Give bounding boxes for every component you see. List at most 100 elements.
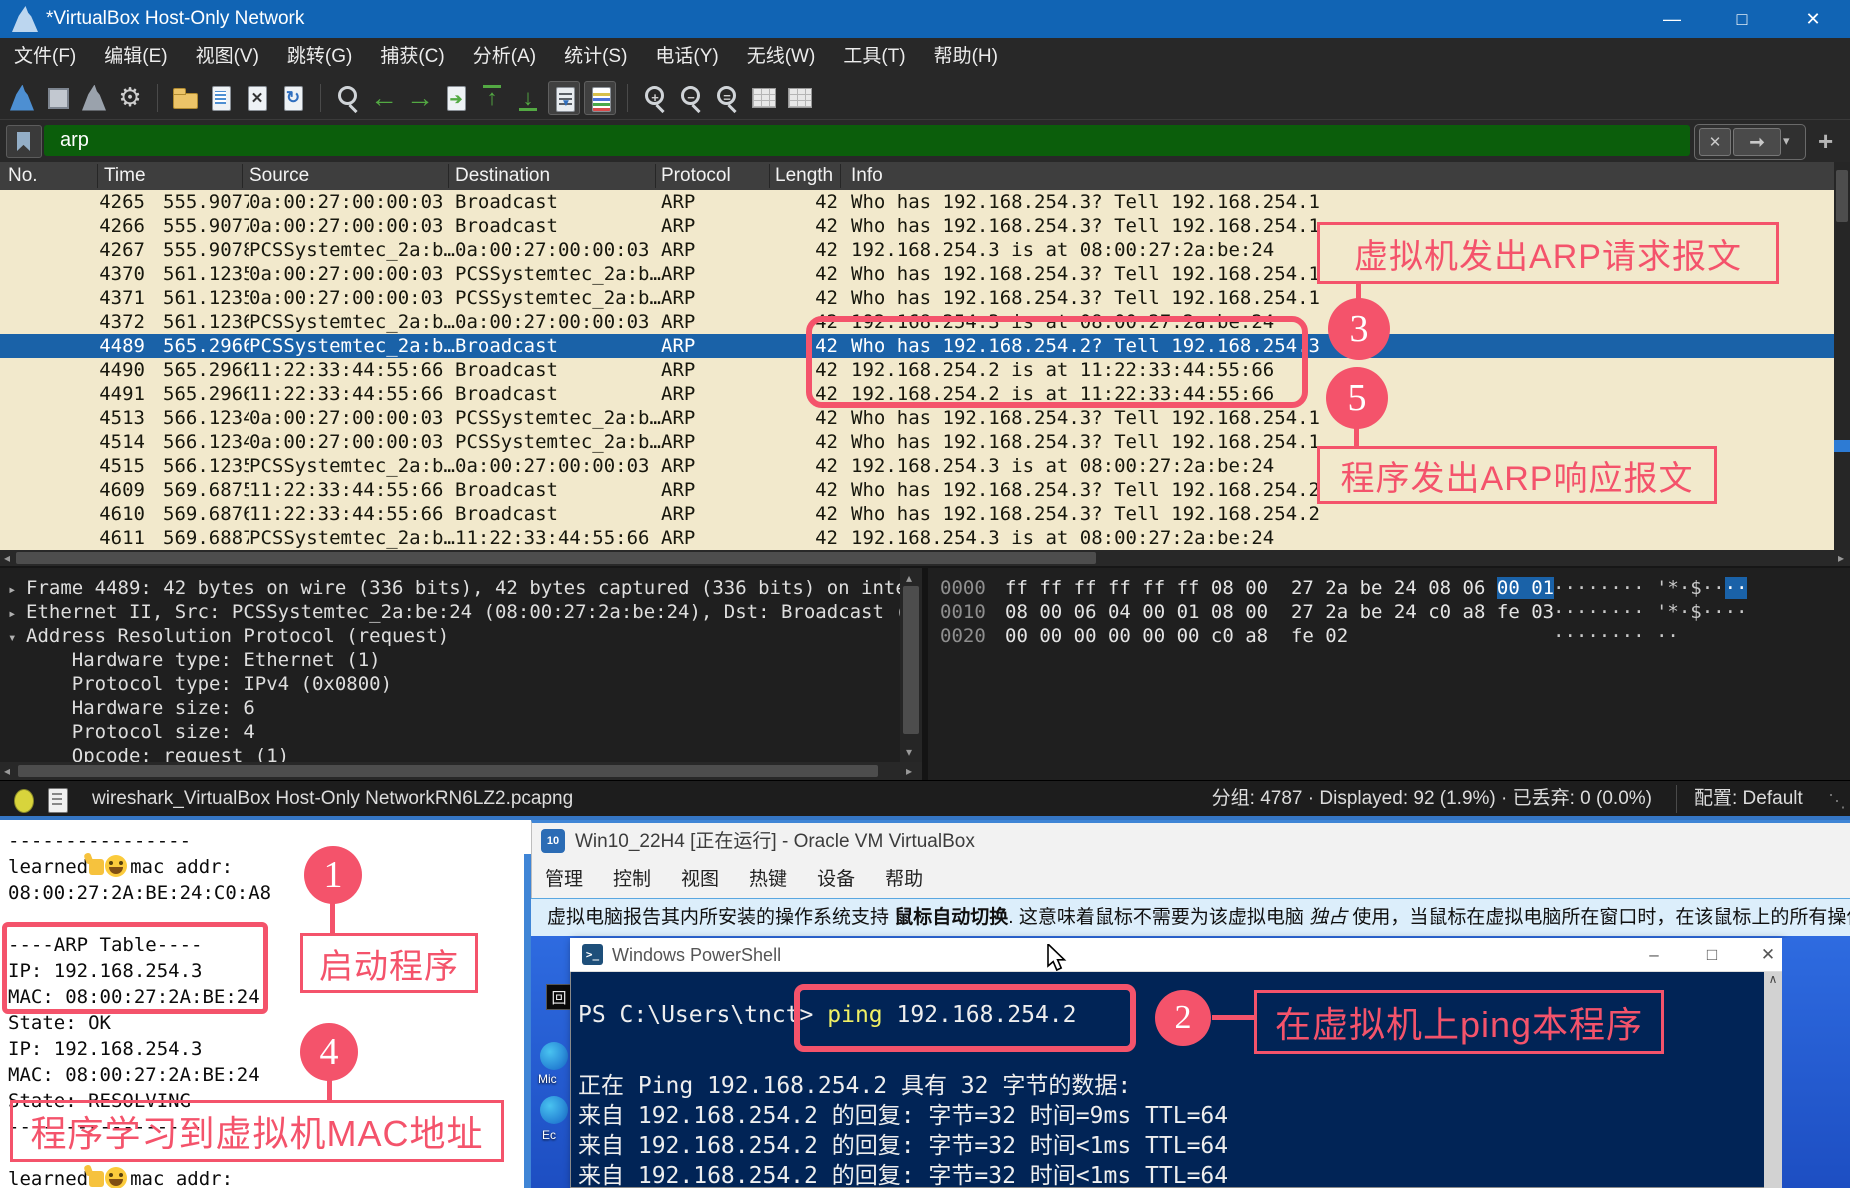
go-first-packet-icon[interactable]: ↑: [476, 81, 508, 115]
detail-vscrollbar[interactable]: ▴ ▾: [900, 568, 922, 762]
start-capture-icon[interactable]: [6, 81, 38, 115]
restart-capture-icon[interactable]: [78, 81, 110, 115]
console-line: 08:00:27:2A:BE:24:C0:A8: [0, 880, 531, 906]
menu-item[interactable]: 工具(T): [829, 38, 919, 76]
notification-bold: 鼠标自动切换: [894, 907, 1008, 928]
column-header[interactable]: Length: [775, 162, 833, 190]
menu-item[interactable]: 编辑(E): [90, 38, 181, 76]
notification-text: 虚拟电脑报告其内所安装的操作系统支持: [547, 907, 894, 928]
filter-apply-button[interactable]: ➞: [1733, 128, 1781, 156]
hex-row[interactable]: 001008 00 06 04 00 01 08 00 27 2a be 24 …: [928, 600, 1850, 624]
packet-list-header: No. Time Source Destination Protocol Length In…: [0, 162, 1850, 191]
column-header[interactable]: No.: [8, 162, 38, 190]
menu-item[interactable]: 视图(V): [182, 38, 273, 76]
detail-line[interactable]: ▸Frame 4489: 42 bytes on wire (336 bits)…: [0, 576, 900, 600]
vbox-menu-item[interactable]: 热键: [749, 864, 787, 896]
menu-item[interactable]: 捕获(C): [366, 38, 458, 76]
column-header[interactable]: Info: [851, 162, 883, 190]
detail-line[interactable]: Hardware size: 6: [0, 696, 900, 720]
reload-file-icon[interactable]: [277, 81, 309, 115]
filter-clear-button[interactable]: ✕: [1699, 128, 1731, 156]
annotation-step-2: 2: [1155, 990, 1211, 1046]
packet-list-hscrollbar[interactable]: ◂ ▸: [0, 550, 1850, 566]
vm-desktop-strip: [1782, 938, 1850, 1188]
vbox-menu-item[interactable]: 视图: [681, 864, 719, 896]
show-columns-icon[interactable]: [783, 81, 815, 115]
hex-row[interactable]: 0000ff ff ff ff ff ff 08 00 27 2a be 24 …: [928, 576, 1850, 600]
ps-scrollbar[interactable]: ∧: [1764, 972, 1782, 1188]
ps-maximize-button[interactable]: □: [1690, 938, 1734, 972]
filter-bookmark-icon[interactable]: [6, 125, 42, 158]
column-header[interactable]: Protocol: [661, 162, 731, 190]
colorize-icon[interactable]: [584, 81, 616, 115]
column-header[interactable]: Source: [249, 162, 309, 190]
vm-desktop-edge-icon[interactable]: [540, 1042, 568, 1070]
resize-grip-icon[interactable]: ⋱: [1828, 791, 1846, 812]
ps-minimize-button[interactable]: –: [1632, 938, 1676, 972]
capture-comment-icon[interactable]: [48, 788, 68, 813]
annotation-connector: [330, 903, 335, 933]
packet-row[interactable]: 4265555.9077620a:00:27:00:00:03Broadcast…: [0, 190, 1834, 214]
zoom-in-icon[interactable]: +: [639, 81, 671, 115]
stop-capture-icon[interactable]: [42, 81, 74, 115]
expert-info-icon[interactable]: [14, 789, 34, 813]
virtualbox-menubar: 管理控制视图热键设备帮助: [545, 864, 923, 896]
annotation-arp-table-rect: [2, 922, 268, 1014]
filter-dropdown-icon[interactable]: ▾: [1783, 133, 1790, 149]
detail-line[interactable]: Hardware type: Ethernet (1): [0, 648, 900, 672]
save-file-icon[interactable]: [205, 81, 237, 115]
go-forward-icon[interactable]: →: [404, 81, 436, 115]
packet-list-vscrollbar[interactable]: [1834, 162, 1850, 550]
menu-item[interactable]: 无线(W): [733, 38, 830, 76]
detail-line[interactable]: Protocol size: 4: [0, 720, 900, 744]
capture-options-icon[interactable]: ⚙: [114, 81, 146, 115]
detail-line[interactable]: Protocol type: IPv4 (0x0800): [0, 672, 900, 696]
packet-row[interactable]: 4513566.1234390a:00:27:00:00:03PCSSystem…: [0, 406, 1834, 430]
profile-label[interactable]: 配置: Default: [1694, 781, 1803, 817]
close-file-icon[interactable]: [241, 81, 273, 115]
go-to-packet-icon[interactable]: [440, 81, 472, 115]
menu-item[interactable]: 电话(Y): [641, 38, 732, 76]
menu-item[interactable]: 跳转(G): [273, 38, 366, 76]
minimize-button[interactable]: —: [1649, 0, 1695, 38]
menu-item[interactable]: 帮助(H): [920, 38, 1012, 76]
vbox-menu-item[interactable]: 帮助: [885, 864, 923, 896]
close-button[interactable]: ✕: [1790, 0, 1836, 38]
packet-row[interactable]: 4610569.68761311:22:33:44:55:66Broadcast…: [0, 502, 1834, 526]
zoom-out-icon[interactable]: −: [675, 81, 707, 115]
column-header[interactable]: Time: [104, 162, 146, 190]
vm-desktop-icon[interactable]: 回: [546, 984, 572, 1010]
packet-statistics: 分组: 4787 · Displayed: 92 (1.9%) · 已丢弃: 0…: [1212, 781, 1652, 817]
vm-desktop-edge-icon[interactable]: [540, 1096, 568, 1124]
detail-line[interactable]: ▸Ethernet II, Src: PCSSystemtec_2a:be:24…: [0, 600, 900, 624]
packet-row[interactable]: 4371561.1235960a:00:27:00:00:03PCSSystem…: [0, 286, 1834, 310]
maximize-button[interactable]: □: [1719, 0, 1765, 38]
notification-text: . 这意味着鼠标不需要为该虚拟电脑: [1008, 907, 1309, 928]
vbox-menu-item[interactable]: 管理: [545, 864, 583, 896]
display-filter-input[interactable]: arp: [44, 125, 1690, 156]
go-back-icon[interactable]: ←: [368, 81, 400, 115]
detail-line[interactable]: ▾Address Resolution Protocol (request): [0, 624, 900, 648]
detail-line[interactable]: Opcode: request (1): [0, 744, 900, 762]
open-file-icon[interactable]: [169, 81, 201, 115]
annotation-label-arp-request: 虚拟机发出ARP请求报文: [1317, 222, 1779, 284]
menu-item[interactable]: 分析(A): [459, 38, 550, 76]
zoom-reset-icon[interactable]: =: [711, 81, 743, 115]
menu-item[interactable]: 文件(F): [0, 38, 90, 76]
packet-row[interactable]: 4611569.688751PCSSystemtec_2a:b…11:22:33…: [0, 526, 1834, 550]
filter-add-button[interactable]: +: [1818, 126, 1833, 157]
hex-row[interactable]: 002000 00 00 00 00 00 c0 a8 fe 02·······…: [928, 624, 1850, 648]
annotation-step-3: 3: [1328, 298, 1390, 360]
go-last-packet-icon[interactable]: ↓: [512, 81, 544, 115]
vbox-menu-item[interactable]: 控制: [613, 864, 651, 896]
detail-hscrollbar[interactable]: ◂ ▸: [0, 762, 922, 780]
find-packet-icon[interactable]: [332, 81, 364, 115]
column-header[interactable]: Destination: [455, 162, 550, 190]
resize-columns-icon[interactable]: [747, 81, 779, 115]
auto-scroll-icon[interactable]: [548, 81, 580, 115]
menu-item[interactable]: 统计(S): [550, 38, 641, 76]
annotation-connector: [327, 1080, 332, 1101]
annotation-ping-rect: [794, 984, 1136, 1052]
scroll-up-icon[interactable]: ∧: [1769, 972, 1778, 986]
vbox-menu-item[interactable]: 设备: [817, 864, 855, 896]
